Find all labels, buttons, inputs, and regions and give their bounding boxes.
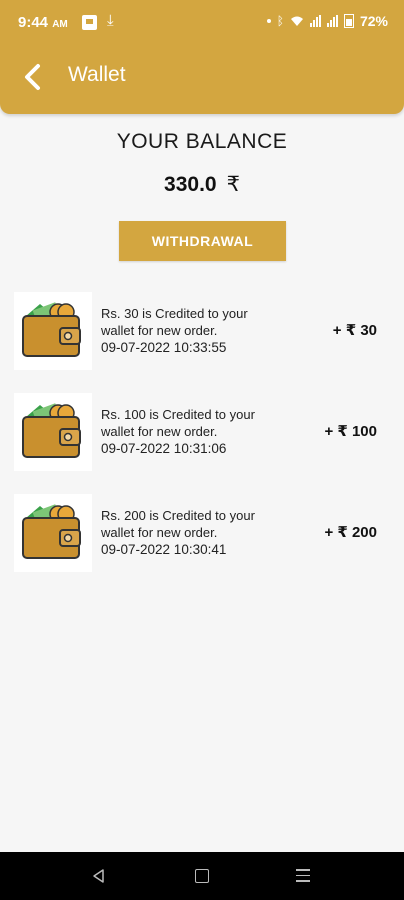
nav-home-icon[interactable]	[195, 869, 209, 883]
signal-1-icon	[309, 15, 321, 27]
transaction-line2: wallet for new order.	[101, 323, 218, 338]
status-time: 9:44 AM	[18, 14, 68, 31]
back-arrow-icon	[25, 64, 40, 90]
transaction-line2: wallet for new order.	[101, 424, 218, 439]
wifi-icon	[290, 16, 303, 26]
bluetooth-icon: ᛒ	[276, 14, 284, 28]
balance-currency: ₹	[226, 173, 240, 196]
page-title: Wallet	[68, 63, 126, 86]
transaction-date: 09-07-2022 10:33:55	[101, 340, 227, 355]
transaction-amount: + ₹ 100	[324, 423, 377, 440]
wallet-icon	[22, 302, 81, 357]
system-navigation-bar	[0, 852, 404, 900]
status-time-ampm: AM	[52, 19, 68, 30]
balance-value: 330.0	[164, 173, 217, 196]
status-time-value: 9:44	[18, 14, 49, 31]
transaction-item[interactable]: Rs. 30 is Credited to your wallet for ne…	[0, 290, 404, 391]
nav-back-icon[interactable]	[91, 868, 107, 884]
wallet-thumbnail	[14, 292, 92, 370]
back-button[interactable]	[18, 60, 48, 94]
balance-heading: YOUR BALANCE	[116, 130, 288, 153]
nav-recent-icon[interactable]	[296, 869, 310, 882]
transaction-description: Rs. 30 is Credited to your wallet for ne…	[101, 305, 301, 356]
transaction-line2: wallet for new order.	[101, 525, 218, 540]
status-indicators: ᛒ 72%	[266, 13, 388, 29]
transaction-amount: + ₹ 30	[332, 322, 377, 339]
transaction-list: Rs. 30 is Credited to your wallet for ne…	[0, 290, 404, 593]
transaction-description: Rs. 100 is Credited to your wallet for n…	[101, 406, 301, 457]
battery-icon	[343, 14, 354, 28]
withdrawal-button[interactable]: WITHDRAWAL	[119, 221, 286, 261]
balance-amount: 330.0 ₹	[0, 172, 404, 197]
signal-2-icon	[326, 15, 338, 27]
battery-percent: 72%	[359, 13, 388, 29]
wallet-thumbnail	[14, 494, 92, 572]
download-notification-icon: ⤓	[107, 12, 114, 29]
gallery-notification-icon	[82, 15, 97, 30]
transaction-line1: Rs. 200 is Credited to your	[101, 508, 255, 523]
transaction-item[interactable]: Rs. 200 is Credited to your wallet for n…	[0, 492, 404, 593]
transaction-line1: Rs. 100 is Credited to your	[101, 407, 255, 422]
notification-dot-icon	[266, 19, 271, 23]
wallet-icon	[22, 504, 81, 559]
transaction-amount: + ₹ 200	[324, 524, 377, 541]
transaction-item[interactable]: Rs. 100 is Credited to your wallet for n…	[0, 391, 404, 492]
wallet-icon	[22, 403, 81, 458]
wallet-thumbnail	[14, 393, 92, 471]
transaction-description: Rs. 200 is Credited to your wallet for n…	[101, 507, 301, 558]
app-header: 9:44 AM ⤓ ᛒ 72% Wallet	[0, 0, 404, 114]
status-bar: 9:44 AM ⤓ ᛒ 72%	[0, 0, 404, 46]
transaction-date: 09-07-2022 10:31:06	[101, 441, 227, 456]
transaction-line1: Rs. 30 is Credited to your	[101, 306, 248, 321]
transaction-date: 09-07-2022 10:30:41	[101, 542, 227, 557]
